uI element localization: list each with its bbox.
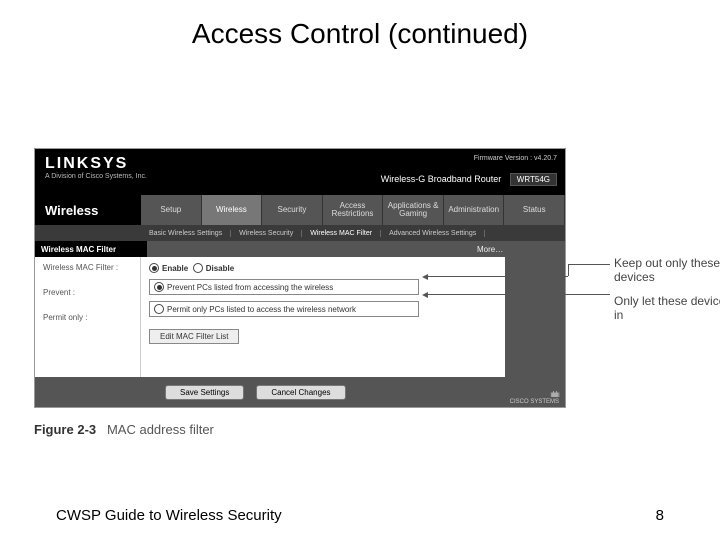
- cisco-logo: ıılıılıı CISCO SYSTEMS: [510, 391, 559, 405]
- help-column: [505, 257, 565, 377]
- router-screenshot: LINKSYS A Division of Cisco Systems, Inc…: [34, 148, 566, 408]
- tab-status[interactable]: Status: [504, 195, 565, 225]
- firmware-version: Firmware Version : v4.20.7: [474, 155, 557, 162]
- figure-caption: Figure 2-3 MAC address filter: [34, 422, 694, 437]
- subtab-basic[interactable]: Basic Wireless Settings: [141, 230, 231, 237]
- permit-option[interactable]: Permit only PCs listed to access the wir…: [149, 301, 419, 317]
- label-permit: Permit only :: [43, 313, 134, 322]
- brand-logo: LINKSYS: [45, 155, 128, 173]
- label-prevent: Prevent :: [43, 288, 134, 297]
- tab-administration[interactable]: Administration: [444, 195, 505, 225]
- tab-access-restrictions[interactable]: Access Restrictions: [323, 195, 384, 225]
- product-bar: Wireless-G Broadband Router WRT54G: [381, 173, 557, 186]
- subtab-security[interactable]: Wireless Security: [231, 230, 302, 237]
- panel-header-row: Wireless MAC Filter More…: [35, 241, 565, 257]
- prevent-option[interactable]: Prevent PCs listed from accessing the wi…: [149, 279, 419, 295]
- left-labels: Wireless MAC Filter : Prevent : Permit o…: [35, 257, 141, 377]
- save-settings-button[interactable]: Save Settings: [165, 385, 244, 400]
- arrow-prevent-h: [568, 264, 610, 265]
- cancel-changes-button[interactable]: Cancel Changes: [256, 385, 345, 400]
- radio-disable[interactable]: [193, 263, 203, 273]
- footer-left: CWSP Guide to Wireless Security: [56, 507, 282, 524]
- figure-caption-text: MAC address filter: [107, 422, 214, 437]
- bottom-bar: Save Settings Cancel Changes ıılıılıı CI…: [35, 377, 565, 407]
- radio-enable[interactable]: [149, 263, 159, 273]
- figure-area: LINKSYS A Division of Cisco Systems, Inc…: [34, 148, 694, 437]
- brand-subtitle: A Division of Cisco Systems, Inc.: [45, 173, 147, 180]
- radio-prevent[interactable]: [154, 282, 164, 292]
- main-tab-row: Wireless Setup Wireless Security Access …: [35, 195, 565, 225]
- product-name: Wireless-G Broadband Router: [381, 174, 502, 184]
- panel-label: Wireless MAC Filter: [35, 241, 147, 257]
- prevent-text: Prevent PCs listed from accessing the wi…: [167, 283, 333, 292]
- callout-keep-out: Keep out only these devices: [614, 256, 720, 284]
- subtab-mac-filter[interactable]: Wireless MAC Filter: [302, 230, 381, 237]
- options-column: Enable Disable Prevent PCs listed from a…: [141, 257, 505, 377]
- arrow-prevent: [428, 276, 568, 277]
- callout-only-let: Only let these devices in: [614, 294, 720, 322]
- edit-mac-list-button[interactable]: Edit MAC Filter List: [149, 329, 239, 344]
- disable-label: Disable: [206, 264, 234, 273]
- subtab-advanced[interactable]: Advanced Wireless Settings: [381, 230, 485, 237]
- slide-title: Access Control (continued): [0, 18, 720, 50]
- tab-wireless[interactable]: Wireless: [202, 195, 263, 225]
- model-badge: WRT54G: [510, 173, 557, 186]
- page-number: 8: [656, 507, 664, 524]
- label-mac-filter: Wireless MAC Filter :: [43, 263, 134, 272]
- panel-body: Wireless MAC Filter : Prevent : Permit o…: [35, 257, 565, 377]
- section-label: Wireless: [35, 195, 141, 225]
- arrow-prevent-v: [568, 264, 569, 276]
- router-header: LINKSYS A Division of Cisco Systems, Inc…: [35, 149, 565, 195]
- tab-setup[interactable]: Setup: [141, 195, 202, 225]
- permit-text: Permit only PCs listed to access the wir…: [167, 305, 356, 314]
- more-link[interactable]: More…: [147, 241, 565, 257]
- sub-tab-row: Basic Wireless Settings Wireless Securit…: [35, 225, 565, 241]
- enable-label: Enable: [162, 264, 188, 273]
- figure-number: Figure 2-3: [34, 422, 96, 437]
- arrow-permit: [428, 294, 610, 295]
- radio-permit[interactable]: [154, 304, 164, 314]
- tab-applications-gaming[interactable]: Applications & Gaming: [383, 195, 444, 225]
- tab-security[interactable]: Security: [262, 195, 323, 225]
- enable-disable-row: Enable Disable: [149, 263, 497, 273]
